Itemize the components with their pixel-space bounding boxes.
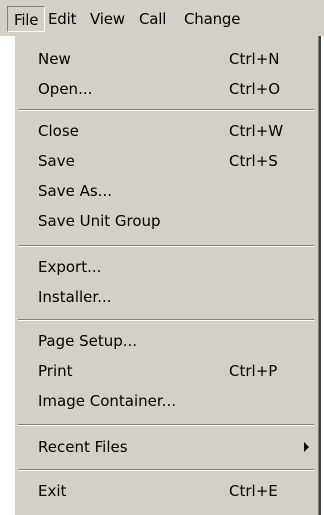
menu-item-label: Open... bbox=[38, 80, 93, 98]
menu-item-label: Page Setup... bbox=[38, 332, 138, 350]
menu-item-shortcut: Ctrl+W bbox=[229, 122, 284, 140]
menu-item-label: Exit bbox=[38, 482, 67, 500]
menu-edit[interactable]: Edit bbox=[42, 6, 82, 32]
menu-item-label: Close bbox=[38, 122, 79, 140]
file-menu-dropdown: New Ctrl+N Open... Ctrl+O Close Ctrl+W S… bbox=[14, 36, 321, 515]
menu-item-close[interactable]: Close Ctrl+W bbox=[15, 116, 319, 146]
menu-file[interactable]: File bbox=[7, 6, 46, 32]
menu-call[interactable]: Call bbox=[133, 6, 172, 32]
menu-item-recent-files[interactable]: Recent Files bbox=[15, 432, 319, 462]
menu-separator bbox=[18, 319, 314, 321]
menu-item-new[interactable]: New Ctrl+N bbox=[15, 44, 319, 74]
menu-separator bbox=[18, 109, 314, 111]
menu-item-open[interactable]: Open... Ctrl+O bbox=[15, 74, 319, 104]
menu-item-label: Image Container... bbox=[38, 392, 176, 410]
menu-item-save[interactable]: Save Ctrl+S bbox=[15, 146, 319, 176]
menu-item-shortcut: Ctrl+S bbox=[229, 152, 278, 170]
menu-item-label: Save As... bbox=[38, 182, 112, 200]
menu-view[interactable]: View bbox=[84, 6, 131, 32]
menu-item-save-unit-group[interactable]: Save Unit Group bbox=[15, 206, 319, 236]
menu-item-shortcut: Ctrl+P bbox=[229, 362, 278, 380]
menu-item-label: Save Unit Group bbox=[38, 212, 161, 230]
menu-item-label: Save bbox=[38, 152, 75, 170]
menu-item-exit[interactable]: Exit Ctrl+E bbox=[15, 476, 319, 506]
menu-item-print[interactable]: Print Ctrl+P bbox=[15, 356, 319, 386]
menu-item-shortcut: Ctrl+E bbox=[229, 482, 278, 500]
menu-item-label: Installer... bbox=[38, 288, 112, 306]
menu-item-label: New bbox=[38, 50, 71, 68]
menu-bar: File Edit View Call Change bbox=[0, 0, 324, 36]
menu-item-label: Export... bbox=[38, 258, 102, 276]
menu-change[interactable]: Change bbox=[178, 6, 246, 32]
menu-item-export[interactable]: Export... bbox=[15, 252, 319, 282]
menu-separator bbox=[18, 424, 314, 426]
menu-item-save-as[interactable]: Save As... bbox=[15, 176, 319, 206]
menu-item-label: Print bbox=[38, 362, 73, 380]
menu-item-shortcut: Ctrl+O bbox=[229, 80, 281, 98]
menu-item-label: Recent Files bbox=[38, 438, 128, 456]
menu-separator bbox=[18, 245, 314, 247]
menu-item-page-setup[interactable]: Page Setup... bbox=[15, 326, 319, 356]
menu-separator bbox=[18, 469, 314, 471]
menu-item-installer[interactable]: Installer... bbox=[15, 282, 319, 312]
menu-item-image-container[interactable]: Image Container... bbox=[15, 386, 319, 416]
submenu-arrow-icon bbox=[304, 442, 309, 452]
menu-item-shortcut: Ctrl+N bbox=[229, 50, 280, 68]
